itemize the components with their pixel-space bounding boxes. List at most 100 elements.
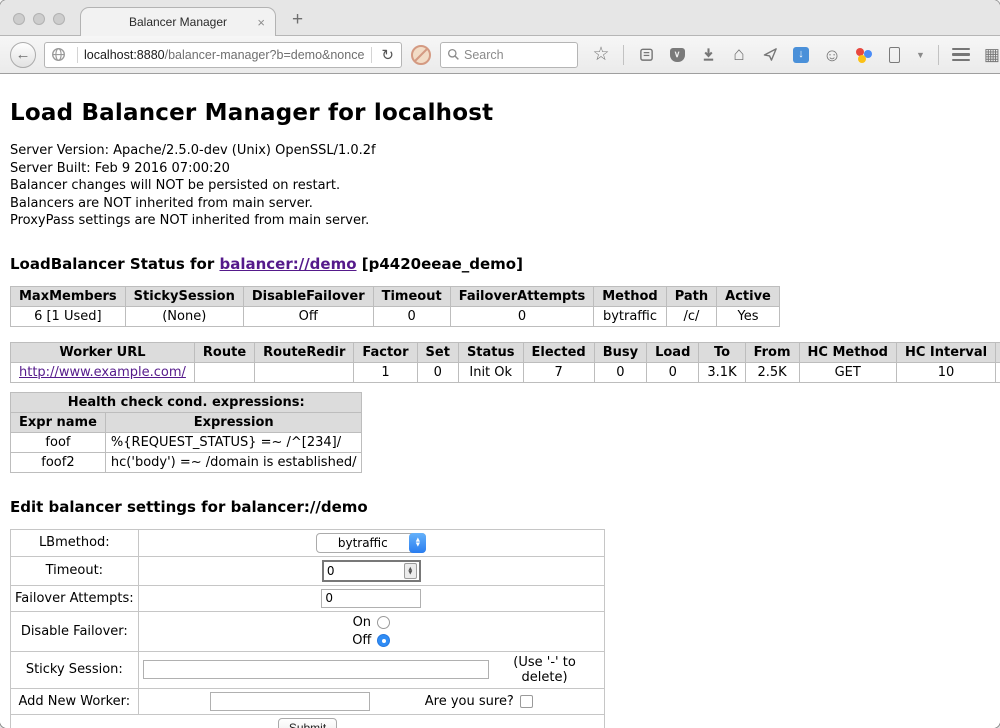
home-icon[interactable]: ⌂ [730, 46, 748, 64]
cell-active: Yes [717, 306, 780, 326]
clipboard-extension-icon[interactable] [885, 46, 903, 64]
sticky-session-input[interactable] [143, 660, 490, 679]
status-heading-suffix: [p4420eeae_demo] [357, 255, 523, 273]
cell-factor: 1 [354, 362, 417, 382]
number-spinner-icon[interactable]: ▲▼ [404, 563, 417, 579]
lbmethod-selected-value: bytraffic [338, 536, 388, 550]
col-path: Path [666, 286, 716, 306]
page-content: Load Balancer Manager for localhost Serv… [0, 74, 1000, 728]
health-check-table: Health check cond. expressions: Expr nam… [10, 392, 362, 473]
form-row-disable-failover: Disable Failover: On Off [11, 611, 605, 651]
cell-expr-name: foof2 [11, 452, 106, 472]
toolbar-icons: ☆ ∨ ⌂ ↓ ☺ ▼ ▦ [592, 45, 1000, 65]
download-extension-icon[interactable]: ↓ [792, 46, 810, 64]
tab-balancer-manager[interactable]: Balancer Manager × [80, 7, 276, 36]
add-worker-input[interactable] [210, 692, 370, 711]
table-row: foof %{REQUEST_STATUS} =~ /^[234]/ [11, 432, 362, 452]
col-to: To [699, 342, 745, 362]
url-bar[interactable]: localhost:8880/balancer-manager?b=demo&n… [44, 42, 402, 68]
edit-balancer-form: LBmethod: bytraffic ▲▼ Timeout: [10, 529, 605, 728]
edit-balancer-heading: Edit balancer settings for balancer://de… [10, 498, 990, 516]
cell-disablefailover: Off [243, 306, 373, 326]
window-controls[interactable] [13, 13, 65, 25]
timeout-label: Timeout: [11, 556, 139, 585]
col-hc-method: HC Method [799, 342, 896, 362]
col-set: Set [417, 342, 458, 362]
tab-close-icon[interactable]: × [257, 16, 265, 29]
col-factor: Factor [354, 342, 417, 362]
cell-routeredir [255, 362, 354, 382]
new-tab-button[interactable]: + [292, 9, 303, 31]
pocket-icon[interactable]: ∨ [668, 46, 686, 64]
form-row-submit: Submit [11, 714, 605, 728]
col-elected: Elected [523, 342, 594, 362]
col-route: Route [194, 342, 254, 362]
cell-to: 3.1K [699, 362, 745, 382]
search-input[interactable] [464, 48, 571, 62]
cell-route [194, 362, 254, 382]
timeout-input-wrap: ▲▼ [322, 560, 421, 582]
send-tab-icon[interactable] [761, 46, 779, 64]
feedback-smiley-icon[interactable]: ☺ [823, 46, 841, 64]
cell-status: Init Ok [458, 362, 523, 382]
toolbar-separator [623, 45, 624, 65]
hc-table-title: Health check cond. expressions: [11, 392, 362, 412]
persist-note-line: Balancer changes will NOT be persisted o… [10, 177, 990, 195]
cell-maxmembers: 6 [1 Used] [11, 306, 126, 326]
bookmarks-menu-icon[interactable] [637, 46, 655, 64]
multicolor-extension-icon[interactable] [854, 46, 872, 64]
col-from: From [745, 342, 799, 362]
timeout-input[interactable] [324, 564, 404, 578]
worker-url-link[interactable]: http://www.example.com/ [19, 365, 186, 380]
loadbalancer-status-heading: LoadBalancer Status for balancer://demo … [10, 255, 990, 273]
cell-hc-method: GET [799, 362, 896, 382]
table-row: foof2 hc('body') =~ /domain is establish… [11, 452, 362, 472]
minimize-window-button[interactable] [33, 13, 45, 25]
server-info: Server Version: Apache/2.5.0-dev (Unix) … [10, 142, 990, 230]
table-row: http://www.example.com/ 1 0 Init Ok 7 0 … [11, 362, 1000, 382]
tab-bar: Balancer Manager × + [0, 0, 1000, 36]
cell-load: 0 [647, 362, 699, 382]
worker-status-table: Worker URL Route RouteRedir Factor Set S… [10, 342, 1000, 383]
zoom-window-button[interactable] [53, 13, 65, 25]
cell-from: 2.5K [745, 362, 799, 382]
disable-failover-on-radio[interactable] [377, 616, 390, 629]
inherit-note-line: Balancers are NOT inherited from main se… [10, 195, 990, 213]
table-header-row: Expr name Expression [11, 412, 362, 432]
form-row-sticky-session: Sticky Session: (Use '-' to delete) [11, 651, 605, 688]
table-header-row: Worker URL Route RouteRedir Factor Set S… [11, 342, 1000, 362]
grid-extension-icon[interactable]: ▦ [983, 46, 1000, 64]
search-bar[interactable] [440, 42, 578, 68]
cell-hc-interval: 10 [896, 362, 995, 382]
proxypass-note-line: ProxyPass settings are NOT inherited fro… [10, 212, 990, 230]
url-text[interactable]: localhost:8880/balancer-manager?b=demo&n… [84, 48, 365, 62]
col-disablefailover: DisableFailover [243, 286, 373, 306]
table-row: 6 [1 Used] (None) Off 0 0 bytraffic /c/ … [11, 306, 780, 326]
disable-failover-off-radio[interactable] [377, 634, 390, 647]
downloads-icon[interactable] [699, 46, 717, 64]
are-you-sure-checkbox[interactable] [520, 695, 533, 708]
cell-set: 0 [417, 362, 458, 382]
failover-attempts-input[interactable] [321, 589, 421, 608]
url-separator [77, 47, 78, 63]
back-button[interactable]: ← [10, 42, 36, 68]
cell-elected: 7 [523, 362, 594, 382]
balancer-demo-link[interactable]: balancer://demo [219, 255, 356, 273]
disable-failover-label: Disable Failover: [11, 611, 139, 651]
menu-hamburger-icon[interactable] [952, 46, 970, 64]
lbmethod-select[interactable]: bytraffic ▲▼ [316, 533, 426, 553]
table-title-row: Health check cond. expressions: [11, 392, 362, 412]
cell-method: bytraffic [594, 306, 666, 326]
reload-icon[interactable]: ↻ [378, 46, 397, 64]
sticky-session-note: (Use '-' to delete) [489, 655, 600, 685]
bookmark-star-icon[interactable]: ☆ [592, 46, 610, 64]
col-routeredir: RouteRedir [255, 342, 354, 362]
submit-button[interactable]: Submit [278, 718, 337, 728]
overflow-caret-icon[interactable]: ▼ [916, 50, 925, 60]
status-heading-prefix: LoadBalancer Status for [10, 255, 219, 273]
navigation-toolbar: ← localhost:8880/balancer-manager?b=demo… [0, 36, 1000, 74]
col-active: Active [717, 286, 780, 306]
blocker-extension-icon[interactable] [411, 45, 431, 65]
server-built-line: Server Built: Feb 9 2016 07:00:20 [10, 160, 990, 178]
close-window-button[interactable] [13, 13, 25, 25]
